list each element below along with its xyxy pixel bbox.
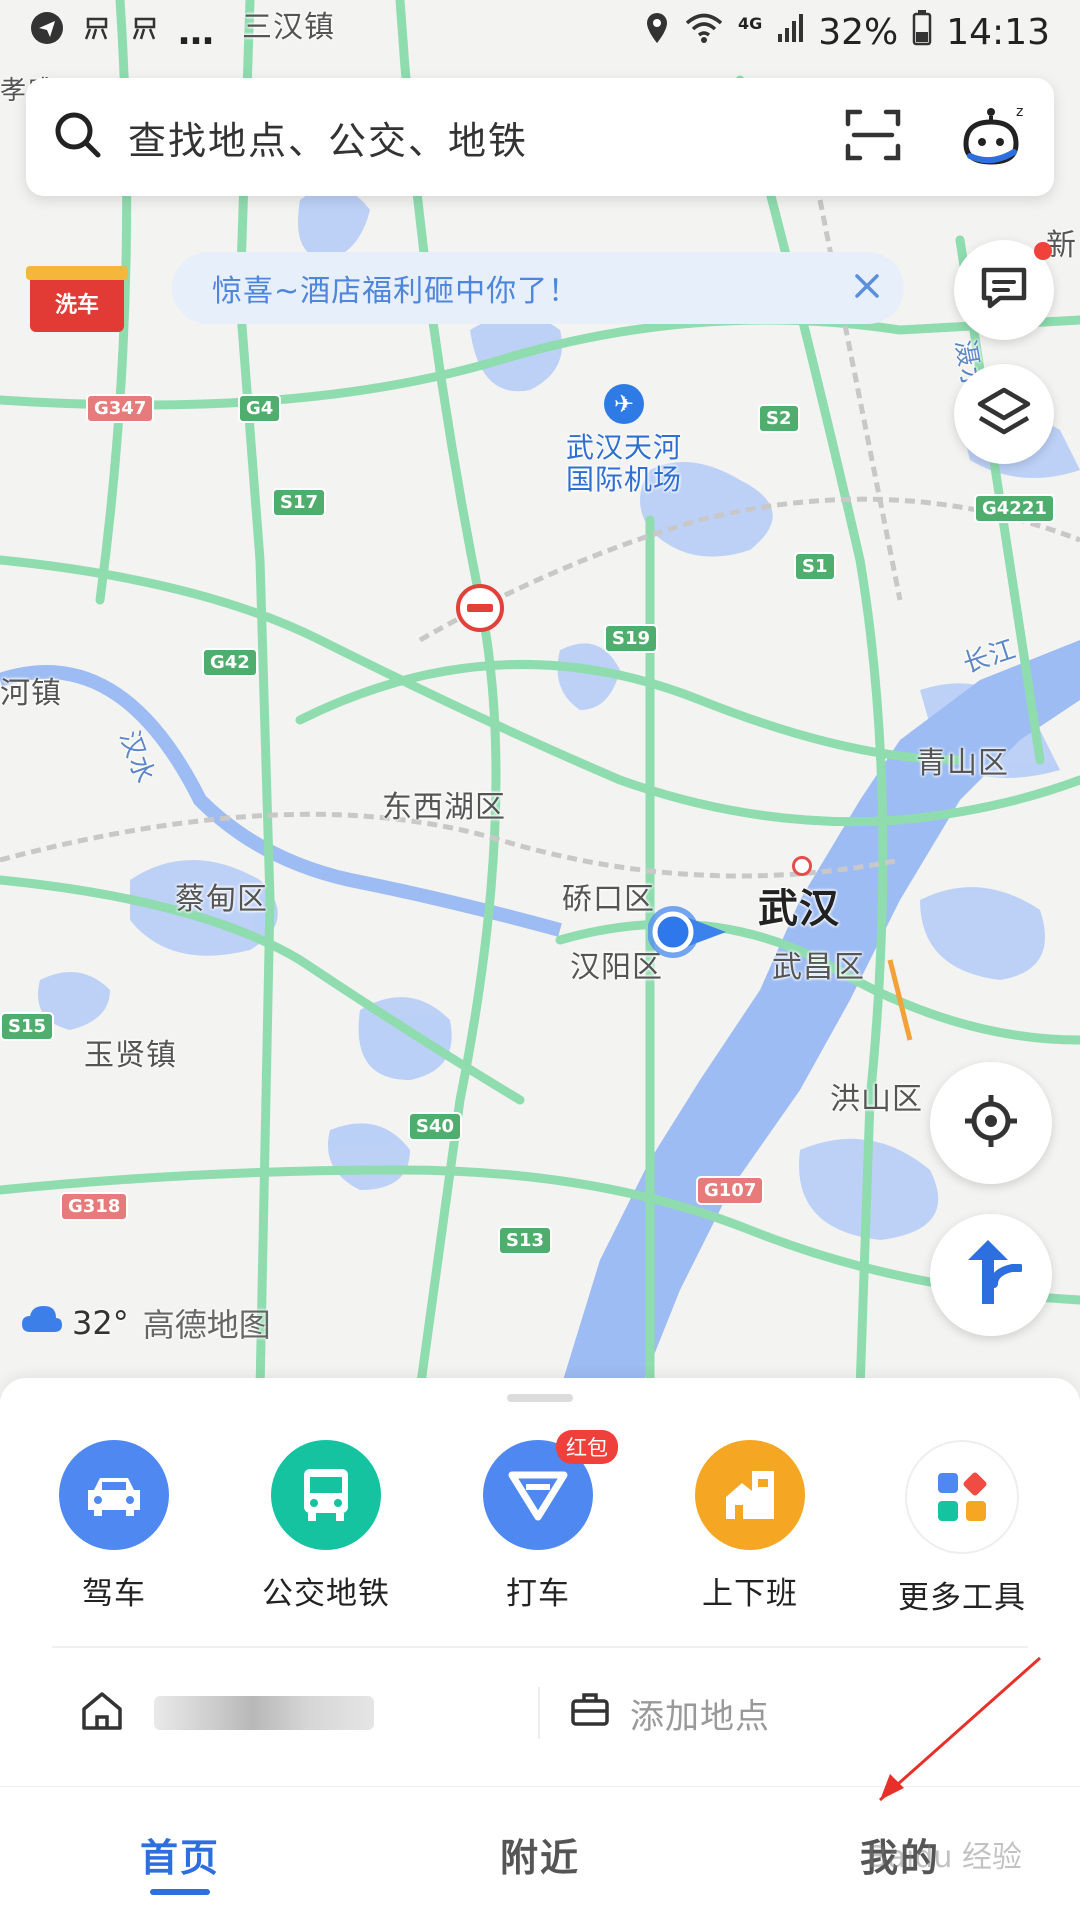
tab-home[interactable]: 首页: [0, 1787, 360, 1921]
tool-more[interactable]: 更多工具: [856, 1440, 1068, 1617]
crosshair-icon: [961, 1091, 1021, 1155]
tool-commute[interactable]: 上下班: [644, 1440, 856, 1617]
road-shield-g42: G42: [202, 648, 258, 677]
tool-drive[interactable]: 驾车: [8, 1440, 220, 1617]
road-shield-s2: S2: [758, 404, 800, 433]
tool-transit[interactable]: 公交地铁: [220, 1440, 432, 1617]
assistant-bot-icon[interactable]: z: [958, 100, 1028, 174]
map-label-dongxihu: 东西湖区: [382, 790, 506, 825]
weather-widget[interactable]: 32° 高德地图: [20, 1300, 271, 1346]
map-label-wuhan: 武汉: [758, 886, 840, 932]
road-shield-g4221: G4221: [974, 494, 1055, 523]
promo-text: 惊喜~酒店福利砸中你了！: [212, 274, 580, 309]
route-arrow-icon: [960, 1238, 1024, 1312]
road-shield-s17: S17: [272, 488, 327, 517]
home-address-blurred: [154, 1696, 374, 1730]
city-center-dot: [792, 856, 812, 876]
current-location-marker: [647, 884, 738, 978]
map-label-caidian: 蔡甸区: [175, 882, 268, 917]
status-bar: … 4G 32% 14:13: [0, 0, 1080, 64]
car-wash-badge[interactable]: 洗车: [26, 266, 128, 332]
sheet-handle[interactable]: [507, 1394, 573, 1402]
traffic-restriction-icon[interactable]: [456, 584, 504, 632]
tool-label: 公交地铁: [262, 1576, 390, 1612]
map-canvas[interactable]: [0, 0, 1080, 1390]
map-label-hongshan: 洪山区: [830, 1082, 923, 1117]
message-button[interactable]: [954, 240, 1054, 340]
airport-icon[interactable]: ✈: [604, 384, 644, 424]
location-icon: [644, 11, 670, 54]
search-icon: [52, 109, 104, 165]
notification-easy-icon: [82, 13, 112, 51]
scan-icon[interactable]: [844, 106, 902, 168]
map-label-qiaokou: 硚口区: [562, 882, 655, 917]
annotation-arrow-icon: [879, 1656, 1041, 1802]
tool-label: 驾车: [82, 1576, 146, 1612]
battery-percent: 32%: [818, 11, 899, 53]
road-shield-s19: S19: [604, 624, 659, 653]
map-label-fragment: 新: [1046, 228, 1077, 263]
home-icon: [80, 1691, 124, 1735]
tool-label: 更多工具: [898, 1580, 1026, 1616]
search-bar[interactable]: 查找地点、公交、地铁 z: [26, 78, 1054, 196]
battery-icon: [912, 9, 932, 55]
notification-app-icon: [30, 11, 64, 53]
map-label-qingshan: 青山区: [916, 746, 1009, 781]
add-place[interactable]: 添加地点: [540, 1689, 770, 1738]
tool-grid: 驾车 公交地铁 红包 打车 上下班 更多工具: [0, 1430, 1080, 1617]
signal-icon: [776, 12, 804, 53]
road-shield-g347: G347: [86, 394, 155, 423]
home-place[interactable]: [0, 1691, 538, 1735]
red-packet-badge: 红包: [556, 1430, 618, 1464]
road-shield-s15: S15: [0, 1012, 55, 1041]
locate-button[interactable]: [930, 1062, 1052, 1184]
tool-label: 打车: [506, 1576, 570, 1612]
commute-icon: [695, 1440, 805, 1550]
tab-label: 首页: [139, 1835, 220, 1880]
cloud-icon: [20, 1304, 64, 1342]
search-input[interactable]: 查找地点、公交、地铁: [128, 110, 844, 165]
tool-label: 上下班: [702, 1576, 798, 1612]
tool-taxi[interactable]: 红包 打车: [432, 1430, 644, 1617]
car-icon: [59, 1440, 169, 1550]
close-icon[interactable]: [852, 271, 882, 305]
road-shield-s13: S13: [498, 1226, 553, 1255]
road-shield-s1: S1: [794, 552, 836, 581]
layers-icon: [976, 386, 1032, 442]
layers-button[interactable]: [954, 364, 1054, 464]
add-place-label: 添加地点: [630, 1696, 770, 1737]
road-shield-g4: G4: [238, 394, 282, 423]
map-label-airport[interactable]: 武汉天河国际机场: [554, 432, 694, 496]
location-arrow-icon: [647, 906, 726, 958]
unread-dot: [1034, 242, 1052, 260]
map-label-yuxian: 玉贤镇: [84, 1038, 177, 1073]
clock: 14:13: [946, 11, 1050, 53]
notification-more: …: [178, 11, 214, 53]
road-shield-s40: S40: [408, 1112, 463, 1141]
network-type: 4G: [737, 13, 763, 33]
map-label-wuchang: 武昌区: [772, 950, 865, 985]
watermark: Baidu 经验: [867, 1840, 1022, 1875]
map-view[interactable]: [0, 0, 1080, 1390]
promo-banner[interactable]: 惊喜~酒店福利砸中你了！: [172, 252, 904, 324]
bus-icon: [271, 1440, 381, 1550]
wifi-icon: [684, 12, 724, 53]
road-shield-g107: G107: [696, 1176, 765, 1205]
tab-label: 附近: [499, 1835, 580, 1880]
map-label-hezhen: 河镇: [0, 676, 62, 711]
message-icon: [978, 264, 1030, 316]
briefcase-icon: [570, 1691, 610, 1736]
tab-nearby[interactable]: 附近: [360, 1787, 720, 1921]
amap-logo-text: 高德地图: [142, 1306, 271, 1344]
notification-easy-icon-2: [130, 13, 160, 51]
route-button[interactable]: [930, 1214, 1052, 1336]
temperature: 32°: [72, 1304, 129, 1342]
svg-text:z: z: [1016, 104, 1023, 120]
road-shield-g318: G318: [60, 1192, 129, 1221]
more-tools-icon: [905, 1440, 1019, 1554]
